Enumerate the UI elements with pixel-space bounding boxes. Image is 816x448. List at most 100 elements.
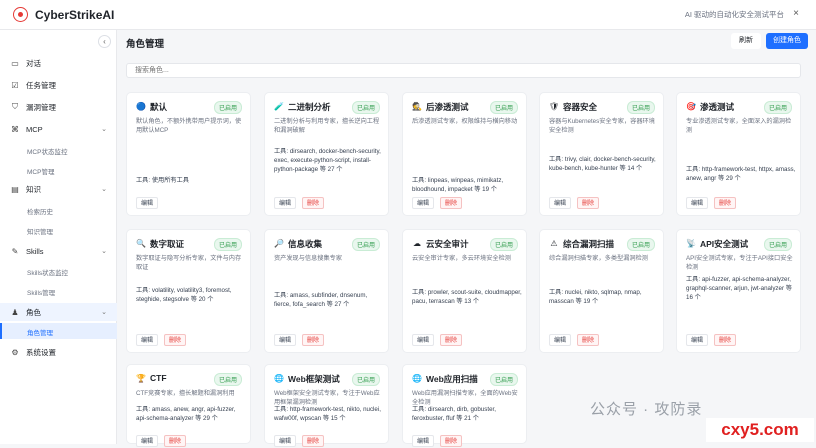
- delete-button[interactable]: 删除: [164, 334, 187, 346]
- role-description: 默认角色，不额外携带用户提示词，使用默认MCP: [136, 118, 242, 134]
- delete-button[interactable]: 删除: [714, 334, 737, 346]
- refresh-button[interactable]: 刷新: [731, 33, 761, 49]
- edit-button[interactable]: 编辑: [412, 197, 435, 209]
- status-badge: 已启用: [213, 101, 242, 114]
- role-description: 数字取证与隐写分析专家，文件与内存取证: [136, 255, 242, 271]
- delete-button[interactable]: 删除: [302, 197, 325, 209]
- delete-button[interactable]: 删除: [714, 197, 737, 209]
- status-badge: 已启用: [213, 238, 242, 251]
- close-icon[interactable]: ×: [788, 6, 804, 22]
- role-card[interactable]: 🏆 CTF 已启用 CTF竞赛专家，擅长解题和漏洞利用 工具: amass, anew,…: [126, 364, 251, 447]
- sidebar-item-mcp[interactable]: ⌘ MCP ⌄: [0, 120, 117, 138]
- chat-icon: ▭: [11, 58, 19, 68]
- sidebar-sub-search-history[interactable]: 检索历史: [27, 206, 53, 216]
- gear-icon: ⚙: [11, 347, 19, 357]
- sidebar-sub-skills-status[interactable]: Skills状态监控: [27, 267, 68, 277]
- edit-button[interactable]: 编辑: [136, 435, 159, 447]
- delete-button[interactable]: 删除: [577, 334, 600, 346]
- role-card[interactable]: 🧪 二进制分析 已启用 二进制分析与利用专家，擅长逆向工程和漏洞破解 工具: dirse…: [264, 92, 389, 216]
- status-badge: 已启用: [489, 373, 518, 386]
- role-description: 二进制分析与利用专家，擅长逆向工程和漏洞破解: [274, 118, 380, 134]
- role-card[interactable]: 🔎 信息收集 已启用 资产发现与信息搜集专家 工具: amass, subfinder,…: [264, 229, 389, 353]
- sidebar-sub-role-manage[interactable]: 角色管理: [27, 327, 53, 337]
- delete-button[interactable]: 删除: [577, 197, 600, 209]
- tools-list: prowler, scout-suite, cloudmapper, pacu,…: [412, 289, 522, 305]
- delete-button[interactable]: 删除: [440, 334, 463, 346]
- edit-button[interactable]: 编辑: [412, 334, 435, 346]
- sidebar-item-tasks[interactable]: ☑ 任务管理: [0, 76, 117, 94]
- edit-button[interactable]: 编辑: [549, 197, 572, 209]
- role-title: CTF: [150, 373, 167, 383]
- delete-button[interactable]: 删除: [440, 197, 463, 209]
- role-card[interactable]: 📡 API安全测试 已启用 API安全测试专家，专注于API接口安全检测 工具: api…: [676, 229, 801, 353]
- edit-button[interactable]: 编辑: [136, 334, 159, 346]
- role-card[interactable]: ⚠ 综合漏洞扫描 已启用 综合漏洞扫描专家，多类型漏洞检测 工具: nuclei, ni…: [539, 229, 664, 353]
- delete-button[interactable]: 删除: [164, 435, 187, 447]
- role-card[interactable]: 🎯 渗透测试 已启用 专业渗透测试专家，全面深入的漏洞检测 工具: http-frame…: [676, 92, 801, 216]
- edit-button[interactable]: 编辑: [686, 334, 709, 346]
- sidebar-item-label: 任务管理: [26, 80, 56, 90]
- tools-list: linpeas, winpeas, mimikatz, bloodhound, …: [412, 177, 504, 193]
- edit-button[interactable]: 编辑: [274, 435, 297, 447]
- role-card[interactable]: 🛡 容器安全 已启用 容器与Kubernetes安全专家，容器环境安全检测 工具: tr…: [539, 92, 664, 216]
- sidebar-item-label: 对话: [26, 58, 41, 68]
- sidebar-item-knowledge[interactable]: ▤ 知识 ⌄: [0, 180, 117, 198]
- sidebar-item-skills[interactable]: ✎ Skills ⌄: [0, 242, 117, 260]
- sidebar-item-settings[interactable]: ⚙ 系统设置: [0, 343, 117, 361]
- sidebar-item-label: 漏洞管理: [26, 102, 56, 112]
- sidebar-item-vulns[interactable]: ⛉ 漏洞管理: [0, 98, 117, 116]
- delete-button[interactable]: 删除: [440, 435, 463, 447]
- role-card[interactable]: 🔵 默认 已启用 默认角色，不额外携带用户提示词，使用默认MCP 工具: 使用所有工具编…: [126, 92, 251, 216]
- tools-prefix: 工具:: [412, 289, 427, 296]
- top-bar: CyberStrikeAI AI 驱动的自动化安全测试平台 ×: [0, 0, 816, 30]
- sidebar-sub-skills-manage[interactable]: Skills管理: [27, 287, 55, 297]
- role-icon: 🎯: [686, 102, 696, 111]
- role-tools: 工具: http-framework-test, nikto, nuclei, …: [274, 405, 384, 423]
- task-icon: ☑: [11, 80, 19, 90]
- tools-list: http-framework-test, nikto, nuclei, wafw…: [274, 406, 381, 422]
- edit-button[interactable]: 编辑: [412, 435, 435, 447]
- edit-button[interactable]: 编辑: [686, 197, 709, 209]
- role-icon: 📡: [686, 239, 696, 248]
- sidebar-item-label: Skills: [26, 246, 44, 256]
- tools-prefix: 工具:: [549, 156, 564, 163]
- watermark-text: 公众号 · 攻防录: [590, 401, 703, 418]
- role-icon: 🏆: [136, 374, 146, 383]
- chevron-down-icon: ⌄: [101, 186, 107, 193]
- sidebar-sub-mcp-status[interactable]: MCP状态监控: [27, 146, 67, 156]
- delete-button[interactable]: 删除: [302, 334, 325, 346]
- role-card[interactable]: 🌐 Web应用扫描 已启用 Web应用漏洞扫描专家，全面的Web安全检测 工具: dir…: [402, 364, 527, 447]
- mcp-icon: ⌘: [11, 124, 19, 134]
- sidebar-item-chat[interactable]: ▭ 对话: [0, 54, 117, 72]
- role-description: 容器与Kubernetes安全专家，容器环境安全检测: [549, 118, 655, 134]
- delete-button[interactable]: 删除: [302, 435, 325, 447]
- sidebar-item-roles[interactable]: ♟ 角色 ⌄: [0, 303, 117, 321]
- sidebar-sub-knowledge-manage[interactable]: 知识管理: [27, 226, 53, 236]
- collapse-sidebar-button[interactable]: ‹: [98, 35, 111, 48]
- status-badge: 已启用: [213, 373, 242, 386]
- sidebar-sub-mcp-manage[interactable]: MCP管理: [27, 166, 54, 176]
- role-tools: 工具: amass, subfinder, dnsenum, fierce, f…: [274, 291, 384, 309]
- role-card[interactable]: 🕵 后渗透测试 已启用 后渗透测试专家，权限维持与横向移动 工具: linpeas, w…: [402, 92, 527, 216]
- role-icon: 🌐: [274, 374, 284, 383]
- edit-button[interactable]: 编辑: [136, 197, 159, 209]
- role-card[interactable]: 🌐 Web框架测试 已启用 Web框架安全测试专家，专注于Web应用框架漏洞检测 工具:…: [264, 364, 389, 447]
- status-badge: 已启用: [763, 238, 792, 251]
- create-role-button[interactable]: 创建角色: [766, 33, 808, 49]
- edit-button[interactable]: 编辑: [549, 334, 572, 346]
- tools-prefix: 工具:: [136, 287, 151, 294]
- tools-prefix: 工具:: [274, 292, 289, 299]
- role-card[interactable]: 🔍 数字取证 已启用 数字取证与隐写分析专家，文件与内存取证 工具: volatilit…: [126, 229, 251, 353]
- role-tools: 工具: nuclei, nikto, sqlmap, nmap, masscan…: [549, 288, 659, 306]
- role-icon: ☁: [413, 239, 421, 248]
- tools-prefix: 工具:: [549, 289, 564, 296]
- edit-button[interactable]: 编辑: [274, 334, 297, 346]
- role-card[interactable]: ☁ 云安全审计 已启用 云安全审计专家，多云环境安全检测 工具: prowler, sc…: [402, 229, 527, 353]
- search-input[interactable]: [126, 63, 801, 78]
- edit-button[interactable]: 编辑: [274, 197, 297, 209]
- tools-prefix: 工具:: [274, 406, 289, 413]
- sidebar-sub-active-indicator: [0, 323, 117, 339]
- role-tools: 工具: dirsearch, dirb, gobuster, feroxbust…: [412, 405, 522, 423]
- role-title: 渗透测试: [700, 102, 735, 112]
- chevron-down-icon: ⌄: [101, 126, 107, 133]
